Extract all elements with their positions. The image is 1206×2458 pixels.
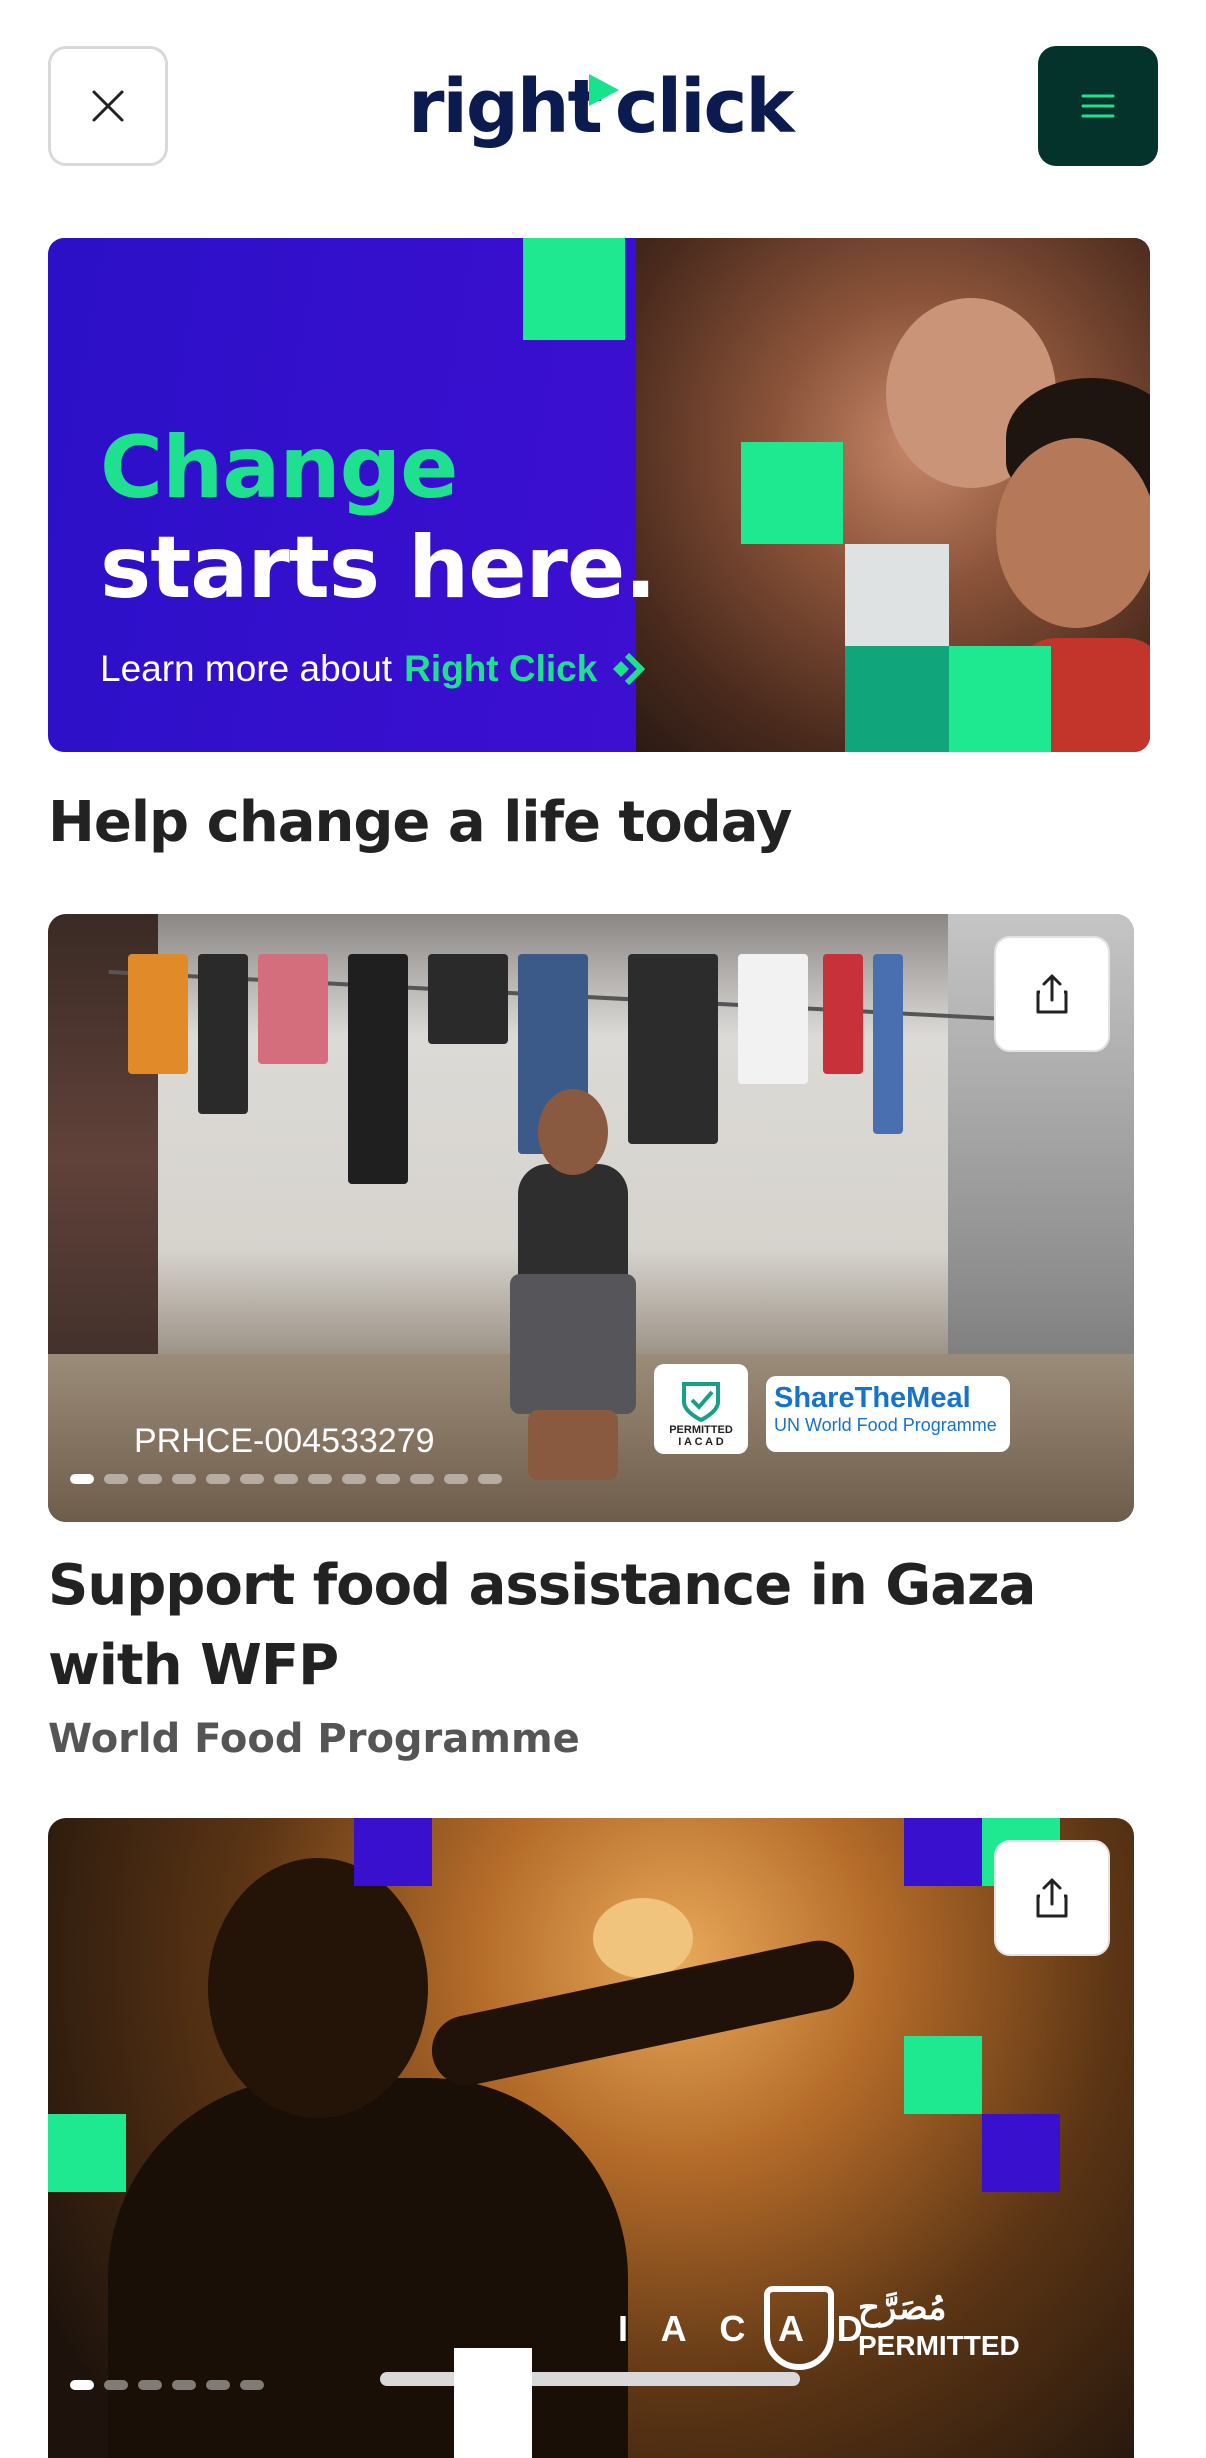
iacad-arabic: مُصَرَّح — [858, 2289, 947, 2327]
carousel-dot[interactable] — [410, 1474, 434, 1484]
carousel-dots — [70, 2380, 264, 2390]
carousel-dot[interactable] — [70, 1474, 94, 1484]
share-icon — [1036, 1878, 1068, 1918]
chevron-right-icon — [613, 652, 646, 686]
shield-check-icon — [764, 2286, 834, 2370]
decor-square — [523, 238, 625, 340]
logo-text-click: click — [614, 64, 795, 150]
carousel-dot[interactable] — [206, 1474, 230, 1484]
hero-title-line2: starts here. — [100, 518, 657, 618]
carousel-dot[interactable] — [138, 1474, 162, 1484]
carousel-dot[interactable] — [172, 2380, 196, 2390]
close-button[interactable] — [48, 46, 168, 166]
app-header: right click — [0, 0, 1206, 210]
decor-square — [904, 2036, 982, 2114]
carousel-dot[interactable] — [478, 1474, 502, 1484]
share-icon — [1036, 974, 1068, 1014]
learn-more-link[interactable]: Learn more about Right Click — [100, 648, 653, 690]
permit-code: PRHCE-004533279 — [134, 1422, 435, 1460]
carousel-dot[interactable] — [342, 1474, 366, 1484]
carousel-dot[interactable] — [308, 1474, 332, 1484]
carousel-dots — [70, 1474, 502, 1484]
iacad-permitted: PERMITTED — [858, 2330, 1020, 2361]
campaign-organization: World Food Programme — [48, 1716, 580, 1762]
decor-square — [904, 1818, 982, 1886]
carousel-dot[interactable] — [104, 1474, 128, 1484]
carousel-dot[interactable] — [172, 1474, 196, 1484]
hamburger-menu-icon — [1081, 94, 1115, 118]
campaign-title[interactable]: Support food assistance in Gaza with WFP — [48, 1546, 1148, 1706]
carousel-dot[interactable] — [274, 1474, 298, 1484]
decor-square — [982, 2114, 1060, 2192]
menu-button[interactable] — [1038, 46, 1158, 166]
decor-square — [48, 2114, 126, 2192]
decor-square — [741, 442, 843, 544]
permit-label: PERMITTED — [669, 1424, 733, 1436]
carousel-dot[interactable] — [138, 2380, 162, 2390]
carousel-dot[interactable] — [444, 1474, 468, 1484]
permit-sub: I A C A D — [678, 1436, 724, 1448]
home-indicator[interactable] — [380, 2372, 800, 2386]
cta-prefix: Learn more about — [100, 648, 393, 689]
carousel-dot[interactable] — [104, 2380, 128, 2390]
hero-banner[interactable]: Change starts here. Learn more about Rig… — [48, 238, 1150, 752]
decor-square — [845, 544, 949, 646]
campaign-card-image[interactable]: I A C A D مُصَرَّح PERMITTED — [48, 1818, 1134, 2458]
close-icon — [92, 90, 124, 122]
carousel-dot[interactable] — [70, 2380, 94, 2390]
campaign-card-image[interactable]: PERMITTED I A C A D ShareTheMeal UN Worl… — [48, 914, 1134, 1522]
carousel-dot[interactable] — [240, 2380, 264, 2390]
decor-square — [354, 1818, 432, 1886]
carousel-dot[interactable] — [376, 1474, 400, 1484]
cta-brand: Right Click — [404, 648, 598, 689]
shield-check-icon — [682, 1382, 720, 1423]
partner-sub: UN World Food Programme — [774, 1415, 997, 1435]
right-click-logo[interactable]: right click — [408, 52, 798, 162]
scroll-handle[interactable] — [454, 2348, 532, 2458]
decor-square — [845, 646, 949, 752]
logo-text-right: right — [408, 64, 603, 150]
section-title: Help change a life today — [48, 790, 792, 855]
sharethemeal-badge: ShareTheMeal UN World Food Programme — [766, 1376, 1010, 1452]
carousel-dot[interactable] — [206, 2380, 230, 2390]
iacad-permit-badge: PERMITTED I A C A D — [654, 1364, 748, 1454]
partner-title: ShareTheMeal — [774, 1382, 971, 1414]
share-button[interactable] — [994, 1840, 1110, 1956]
hero-title: Change starts here. — [100, 418, 657, 618]
iacad-label: I A C A D — [618, 2308, 875, 2349]
hero-title-line1: Change — [100, 418, 458, 518]
carousel-dot[interactable] — [240, 1474, 264, 1484]
share-button[interactable] — [994, 936, 1110, 1052]
decor-square — [949, 646, 1051, 752]
